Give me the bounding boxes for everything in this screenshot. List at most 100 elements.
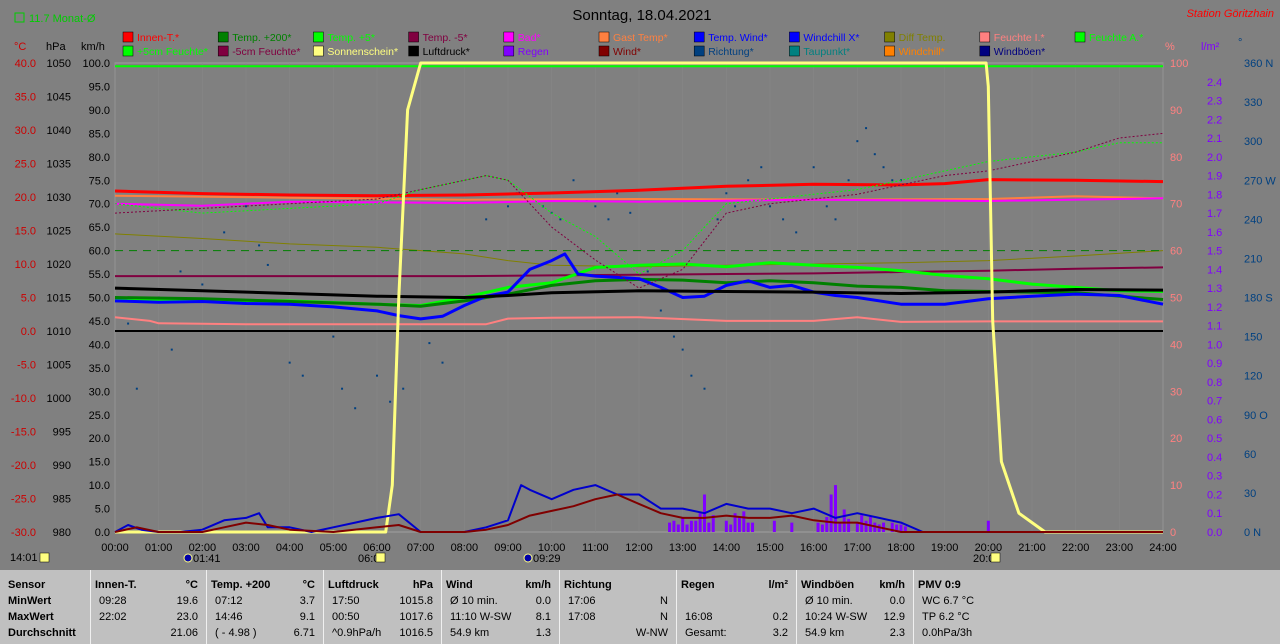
x-tick-label: 17:00	[844, 542, 872, 554]
y-tick-label-rain: 2.3	[1207, 96, 1222, 108]
moon-icon	[183, 553, 193, 563]
legend-swatch	[503, 45, 515, 57]
direction-point	[354, 407, 357, 410]
direction-point	[716, 218, 719, 221]
y-tick-label-direction_deg: 270 W	[1244, 175, 1276, 187]
y-tick-label-humidity_pct: 30	[1170, 386, 1182, 398]
stats-cell: WC 6.7 °C	[922, 595, 975, 607]
y-tick-label-wind_kmh: 0.0	[95, 527, 110, 539]
x-tick-label: 16:00	[800, 542, 828, 554]
stats-row-label: Durchschnitt	[8, 627, 76, 639]
x-tick-label: 00:00	[101, 542, 129, 554]
legend-swatch	[408, 31, 419, 43]
direction-point	[856, 140, 859, 143]
stats-panel: Sensor MinWert MaxWert Durchschnitt Innen-T.…	[0, 570, 1280, 644]
y-tick-label-wind_kmh: 40.0	[89, 339, 110, 351]
direction-point	[882, 166, 885, 169]
y-tick-label-wind_kmh: 45.0	[89, 316, 110, 328]
stats-column-header: Wind km/h	[446, 579, 551, 591]
direction-point	[485, 218, 488, 221]
legend-swatch	[693, 31, 705, 43]
legend-label: Sonnenschein*	[327, 46, 398, 58]
y-tick-label-humidity_pct: 40	[1170, 339, 1182, 351]
y-tick-label-direction_deg: 120	[1244, 371, 1262, 383]
y-tick-label-temp_c: 40.0	[15, 58, 36, 70]
y-tick-label-rain: 0.9	[1207, 358, 1222, 370]
stats-column-header: Innen-T. °C	[95, 579, 198, 591]
moon-icon	[523, 553, 533, 563]
y-tick-label-rain: 2.1	[1207, 133, 1222, 145]
y-tick-label-wind_kmh: 85.0	[89, 128, 110, 140]
y-tick-label-direction_deg: 360 N	[1244, 58, 1273, 70]
rain-bar	[847, 518, 851, 532]
direction-point	[258, 244, 261, 247]
x-tick-label: 04:00	[276, 542, 304, 554]
x-tick-label: 15:00	[756, 542, 784, 554]
stats-column: PMV 0:9 WC 6.7 °C TP 6.2 °C 0.0hPa/3h	[913, 570, 1033, 644]
y-tick-label-direction_deg: 30	[1244, 488, 1256, 500]
stats-column: Windböen km/h Ø 10 min. 0.0 10:24 W-SW 12.9 54…	[796, 570, 913, 644]
stats-column-header: Regen l/m²	[681, 579, 788, 591]
direction-point	[428, 342, 431, 345]
stats-cell: 0.0hPa/3h	[922, 627, 973, 639]
legend-swatch	[979, 31, 991, 43]
stats-column-header: Luftdruck hPa	[328, 579, 433, 591]
stats-cell: 00:50 1017.6	[332, 611, 433, 623]
y-tick-label-rain: 1.2	[1207, 302, 1222, 314]
x-tick-label: 22:00	[1062, 542, 1090, 554]
stats-column: Regen l/m² 16:08 0.2 Gesamt: 3.2	[676, 570, 796, 644]
unit-percent: %	[1165, 41, 1175, 53]
legend-label: -5cm Feuchte*	[232, 46, 300, 58]
rain-bar	[864, 520, 868, 532]
y-tick-label-direction_deg: 0 N	[1244, 527, 1261, 539]
y-tick-label-pressure_hpa: 1025	[47, 226, 71, 238]
y-tick-label-wind_kmh: 20.0	[89, 433, 110, 445]
stats-cell: W-NW	[635, 627, 668, 639]
y-tick-label-pressure_hpa: 995	[53, 427, 71, 439]
stats-cell: 17:50 1015.8	[332, 595, 433, 607]
rain-bar	[855, 522, 859, 532]
y-tick-label-pressure_hpa: 1010	[47, 326, 71, 338]
legend-swatch	[789, 31, 800, 43]
month-average: 11.7 Monat-Ø	[29, 13, 96, 25]
y-tick-label-rain: 2.2	[1207, 114, 1222, 126]
y-tick-label-rain: 1.7	[1207, 208, 1222, 220]
y-tick-label-humidity_pct: 10	[1170, 480, 1182, 492]
stats-cell: 17:08 N	[568, 611, 668, 623]
unit-kmh: km/h	[81, 41, 105, 53]
y-tick-label-wind_kmh: 30.0	[89, 386, 110, 398]
y-tick-label-temp_c: -20.0	[11, 460, 36, 472]
y-tick-label-wind_kmh: 55.0	[89, 269, 110, 281]
y-tick-label-temp_c: 10.0	[15, 259, 36, 271]
legend-label: Temp. Wind*	[708, 32, 768, 44]
y-tick-label-temp_c: -25.0	[11, 494, 36, 506]
legend-swatch	[884, 45, 895, 57]
direction-point	[834, 218, 837, 221]
direction-point	[135, 387, 138, 390]
stats-cell: 11:10 W-SW 8.1	[450, 611, 551, 623]
y-tick-label-rain: 0.8	[1207, 377, 1222, 389]
y-tick-label-rain: 1.1	[1207, 321, 1222, 333]
stats-cell: 54.9 km 1.3	[450, 627, 551, 639]
stats-column-header: PMV 0:9	[918, 579, 961, 591]
stats-cell: 22:02 23.0	[99, 611, 198, 623]
y-tick-label-direction_deg: 150	[1244, 332, 1262, 344]
direction-point	[769, 205, 771, 208]
x-tick-label: 08:00	[451, 542, 479, 554]
direction-point	[127, 322, 130, 325]
y-tick-label-wind_kmh: 5.0	[95, 504, 110, 516]
stats-column-header: Richtung	[564, 579, 612, 591]
legend-label: Luftdruck*	[423, 46, 470, 58]
rain-bar	[694, 520, 698, 532]
stats-column: Luftdruck hPa 17:50 1015.8 00:50 1017.6 ^0.9hP…	[323, 570, 441, 644]
rain-bar	[729, 524, 733, 532]
x-tick-label: 11:00	[582, 542, 609, 554]
y-tick-label-pressure_hpa: 1015	[47, 293, 71, 305]
direction-point	[201, 283, 204, 286]
y-tick-label-rain: 0.3	[1207, 471, 1222, 483]
direction-point	[288, 361, 291, 364]
rain-bar	[672, 520, 676, 532]
direction-point	[607, 218, 610, 221]
legend-label: Bad*	[518, 32, 541, 44]
y-tick-label-humidity_pct: 90	[1170, 105, 1182, 117]
